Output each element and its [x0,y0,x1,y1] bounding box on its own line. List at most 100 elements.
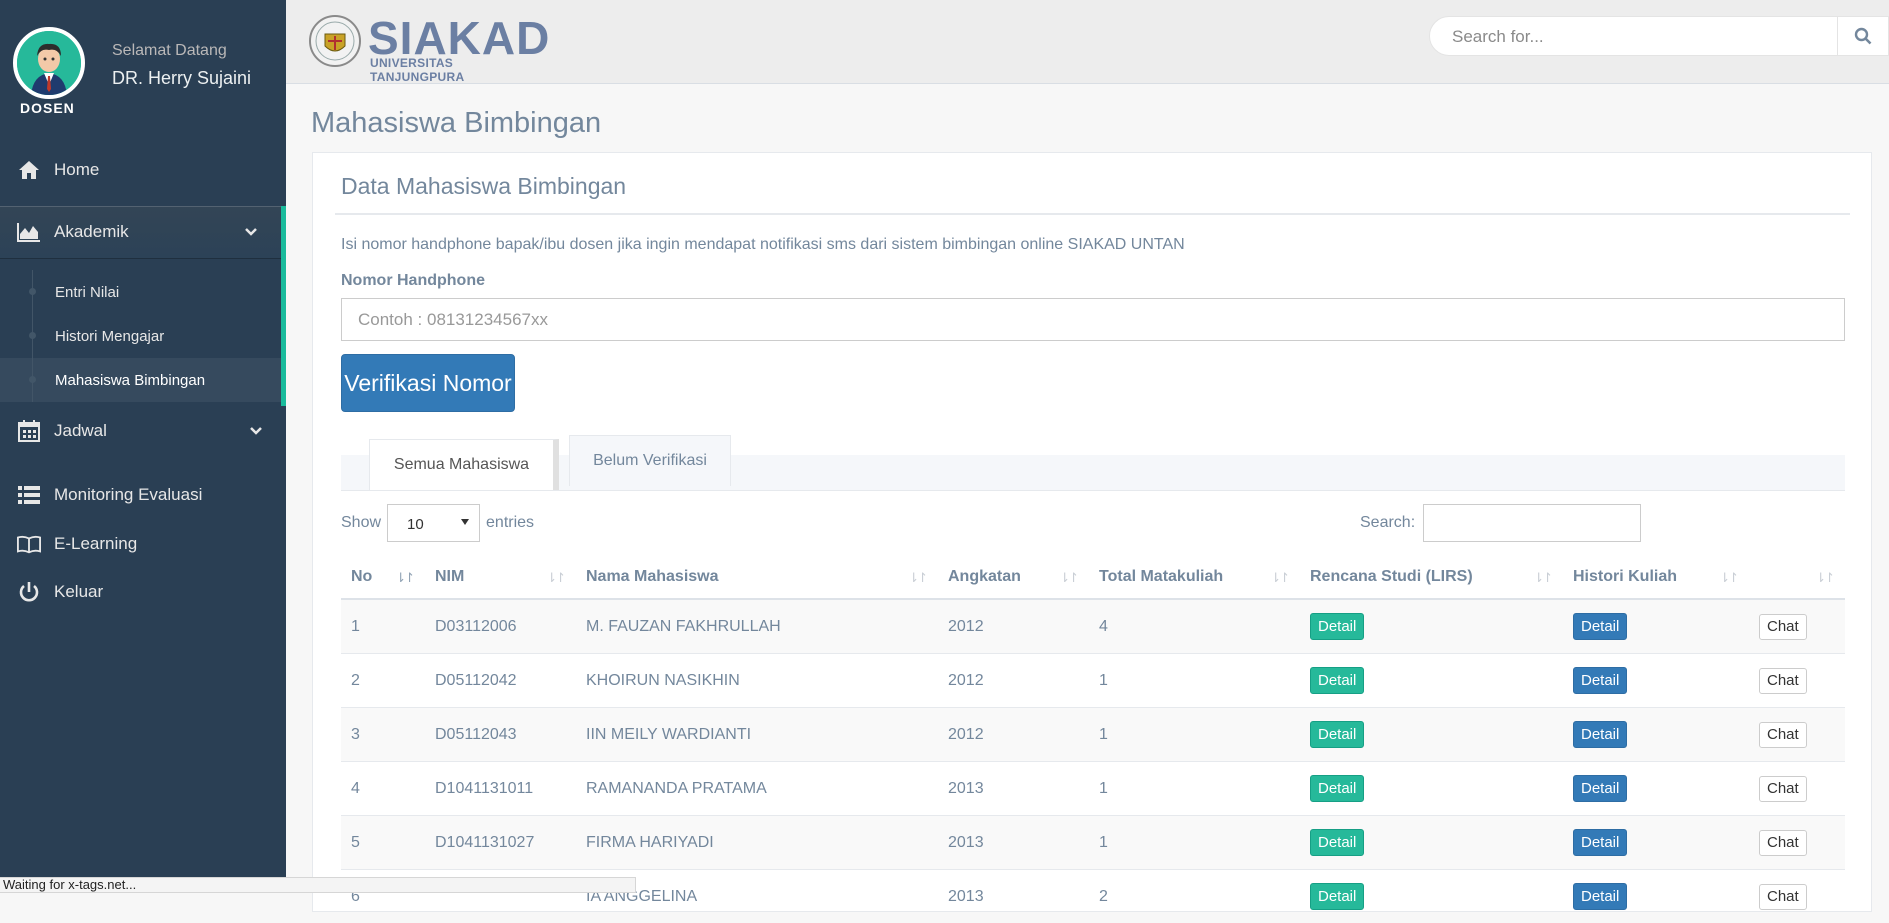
histori-detail-button[interactable]: Detail [1573,775,1627,802]
sort-icon: ⇂↾ [908,570,926,586]
university-seal-icon [308,14,362,68]
sidebar-item-home[interactable]: Home [0,145,286,195]
cell-total: 4 [1089,599,1300,654]
col-header-histori-kuliah[interactable]: Histori Kuliah ⇂↾ [1563,556,1749,599]
chat-button[interactable]: Chat [1759,776,1807,802]
cell-nim: D05112042 [425,654,576,708]
search-icon [1854,27,1872,45]
cell-histori: Detail [1563,599,1749,654]
cell-lirs: Detail [1300,816,1563,870]
entries-select[interactable]: 10 [387,504,480,542]
chat-button[interactable]: Chat [1759,722,1807,748]
entries-label: entries [486,514,534,532]
cell-nim: D1041131011 [425,762,576,816]
histori-detail-button[interactable]: Detail [1573,721,1627,748]
sort-icon: ⇂↾ [1059,570,1077,586]
cell-angkatan: 2013 [938,816,1089,870]
cell-nim: D03112006 [425,599,576,654]
sidebar-subitem-entri-nilai[interactable]: Entri Nilai [0,270,281,314]
col-header-total-matakuliah[interactable]: Total Matakuliah⇂↾ [1089,556,1300,599]
phone-label: Nomor Handphone [341,272,485,290]
chat-button[interactable]: Chat [1759,614,1807,640]
cell-lirs: Detail [1300,599,1563,654]
lirs-detail-button[interactable]: Detail [1310,883,1364,910]
chevron-down-icon [244,225,258,239]
col-header-angkatan[interactable]: Angkatan⇂↾ [938,556,1089,599]
list-icon [17,483,41,507]
chat-button[interactable]: Chat [1759,668,1807,694]
lirs-detail-button[interactable]: Detail [1310,667,1364,694]
cell-chat: Chat [1749,816,1845,870]
histori-detail-button[interactable]: Detail [1573,613,1627,640]
sort-icon: ⇂↾ [1719,570,1737,586]
top-search-button[interactable] [1837,17,1888,55]
col-header-rencana-studi[interactable]: Rencana Studi (LIRS)⇂↾ [1300,556,1563,599]
tab-semua-mahasiswa[interactable]: Semua Mahasiswa [369,439,559,490]
dropdown-arrow-icon [461,519,469,525]
calendar-icon [17,419,41,443]
sidebar-item-akademik[interactable]: Akademik [0,206,281,258]
cell-nama: IIN MEILY WARDIANTI [576,708,938,762]
siakad-logo[interactable]: SIAKAD UNIVERSITAS TANJUNGPURA [308,14,548,70]
sidebar-item-label: Akademik [54,222,129,242]
welcome-text: Selamat Datang [112,42,227,60]
subitem-label: Mahasiswa Bimbingan [55,372,205,389]
sidebar-item-label: E-Learning [54,534,137,554]
tree-dot [29,332,36,339]
histori-detail-button[interactable]: Detail [1573,667,1627,694]
table-row: 1 D03112006 M. FAUZAN FAKHRULLAH 2012 4 … [341,599,1845,654]
lirs-detail-button[interactable]: Detail [1310,829,1364,856]
sidebar-item-label: Monitoring Evaluasi [54,485,202,505]
cell-chat: Chat [1749,708,1845,762]
cell-chat: Chat [1749,762,1845,816]
cell-angkatan: 2012 [938,599,1089,654]
akademik-group: Akademik Entri Nilai Histori Mengajar Ma… [0,206,286,406]
sidebar-item-label: Keluar [54,582,103,602]
cell-total: 1 [1089,816,1300,870]
avatar [13,27,85,99]
cell-angkatan: 2012 [938,708,1089,762]
lirs-detail-button[interactable]: Detail [1310,721,1364,748]
col-header-nim[interactable]: NIM⇂↾ [425,556,576,599]
table-header-row: No⇂↾ NIM⇂↾ Nama Mahasiswa⇂↾ Angkatan⇂↾ T… [341,556,1845,599]
show-label: Show [341,514,381,532]
chat-button[interactable]: Chat [1759,830,1807,856]
top-search-input[interactable] [1450,17,1844,57]
chevron-down-icon [249,424,263,438]
logo-subtitle: UNIVERSITAS TANJUNGPURA [370,56,548,84]
lirs-detail-button[interactable]: Detail [1310,775,1364,802]
sidebar-item-keluar[interactable]: Keluar [0,567,286,617]
histori-detail-button[interactable]: Detail [1573,829,1627,856]
tab-belum-verifikasi[interactable]: Belum Verifikasi [569,435,731,486]
cell-chat: Chat [1749,599,1845,654]
cell-no: 3 [341,708,425,762]
histori-detail-button[interactable]: Detail [1573,883,1627,910]
top-navbar: SIAKAD UNIVERSITAS TANJUNGPURA [286,0,1889,84]
sidebar-item-monitoring-evaluasi[interactable]: Monitoring Evaluasi [0,470,286,520]
col-header-no[interactable]: No⇂↾ [341,556,425,599]
table-row: 4 D1041131011 RAMANANDA PRATAMA 2013 1 D… [341,762,1845,816]
logo-title: SIAKAD [368,14,550,62]
cell-total: 1 [1089,762,1300,816]
lirs-detail-button[interactable]: Detail [1310,613,1364,640]
sidebar-subitem-histori-mengajar[interactable]: Histori Mengajar [0,314,281,358]
verify-number-button[interactable]: Verifikasi Nomor [341,354,515,412]
col-header-chat[interactable]: ⇂↾ [1749,556,1845,599]
col-header-label: Rencana Studi (LIRS) [1310,568,1473,585]
cell-total: 2 [1089,870,1300,923]
sidebar-subitem-mahasiswa-bimbingan[interactable]: Mahasiswa Bimbingan [0,358,281,402]
entries-control: Show 10 entries [341,504,534,542]
sidebar-item-e-learning[interactable]: E-Learning [0,519,286,569]
table-row: 2 D05112042 KHOIRUN NASIKHIN 2012 1 Deta… [341,654,1845,708]
col-header-nama[interactable]: Nama Mahasiswa⇂↾ [576,556,938,599]
col-header-label: Histori Kuliah [1573,568,1677,585]
cell-chat: Chat [1749,654,1845,708]
sort-icon: ⇂↾ [546,570,564,586]
table-search-input[interactable] [1423,504,1641,542]
sidebar-item-jadwal[interactable]: Jadwal [0,406,286,456]
page-title: Mahasiswa Bimbingan [311,107,601,140]
phone-number-input[interactable] [341,298,1845,341]
entries-value: 10 [407,516,424,533]
chat-button[interactable]: Chat [1759,884,1807,910]
cell-histori: Detail [1563,870,1749,923]
